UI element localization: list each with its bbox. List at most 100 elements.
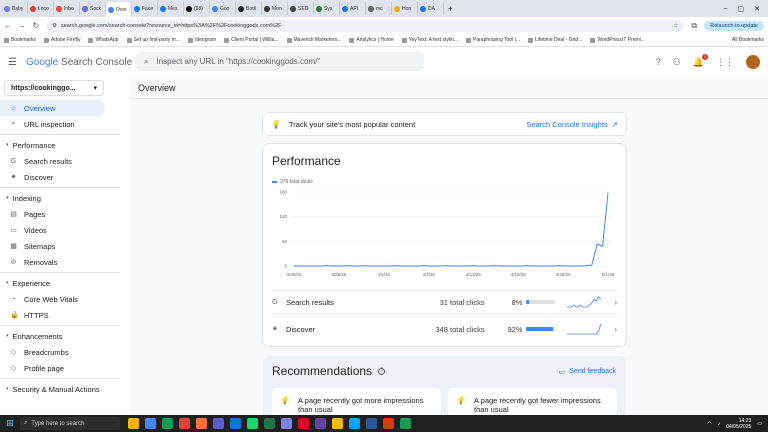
notification-center-icon[interactable]: ▭ xyxy=(757,421,762,427)
sidebar-item-breadcrumbs[interactable]: ◇ Breadcrumbs xyxy=(0,344,105,360)
performance-metric-row[interactable]: G Search results 31 total clicks 8% › xyxy=(272,292,617,312)
recommendation-card[interactable]: 💡 A page recently got fewer impressions … xyxy=(448,388,617,415)
browser-tab[interactable]: (98) xyxy=(184,2,210,15)
browser-tab[interactable]: Sys xyxy=(314,2,340,15)
recommendation-card[interactable]: 💡 A page recently got more impressions t… xyxy=(272,388,441,415)
bookmark-item[interactable]: YeyText: A text stylin... xyxy=(401,37,458,43)
extensions-icon[interactable]: ⧉ xyxy=(690,21,698,31)
volume-icon[interactable]: ♪ xyxy=(718,421,721,427)
taskbar-app-icon[interactable] xyxy=(162,418,173,429)
taskbar-app-icon[interactable] xyxy=(213,418,224,429)
browser-tab[interactable]: Face xyxy=(132,2,158,15)
sidebar-section-experience[interactable]: ▾ Experience xyxy=(0,275,130,291)
taskbar-app-icon[interactable] xyxy=(383,418,394,429)
bookmark-item[interactable]: Adobe Firefly xyxy=(44,37,80,43)
taskbar-app-icon[interactable] xyxy=(281,418,292,429)
chevron-right-icon[interactable]: › xyxy=(607,298,617,307)
chevron-right-icon[interactable]: › xyxy=(607,325,617,334)
sidebar-item-pages[interactable]: ▤ Pages xyxy=(0,206,105,222)
settings-user-icon[interactable]: ⚇ xyxy=(673,57,681,68)
close-icon[interactable]: ✕ xyxy=(754,5,760,13)
sidebar-section-performance[interactable]: ▾ Performance xyxy=(0,137,130,153)
browser-tab[interactable]: Over xyxy=(106,2,132,17)
browser-tab[interactable]: mc xyxy=(366,2,392,15)
relaunch-button[interactable]: Relaunch to update xyxy=(704,20,764,31)
browser-tab[interactable]: DA xyxy=(418,2,444,15)
menu-icon[interactable]: ☰ xyxy=(8,57,22,68)
taskbar-search[interactable]: ⌕ Type here to search xyxy=(20,417,120,430)
bookmark-item[interactable]: Bookmarks xyxy=(4,37,36,43)
avatar[interactable] xyxy=(746,55,760,69)
bookmark-item[interactable]: Analytics | Home xyxy=(349,37,394,43)
sidebar-section-indexing[interactable]: ▾ Indexing xyxy=(0,190,130,206)
taskbar-app-icon[interactable] xyxy=(179,418,190,429)
performance-metric-row[interactable]: ✷ Discover 348 total clicks 92% › xyxy=(272,319,617,339)
taskbar-app-icon[interactable] xyxy=(366,418,377,429)
insights-link[interactable]: Search Console Insights ↗ xyxy=(526,120,618,129)
browser-tab[interactable]: Mon xyxy=(262,2,288,15)
performance-chart[interactable]: 0 60 120 180 3/20/25 3/25/25 4/1/25 4/7/25 4/13/… xyxy=(272,188,617,284)
property-selector[interactable]: https://cookinggo... ▾ xyxy=(4,80,104,96)
apps-grid-icon[interactable]: ⋮⋮ xyxy=(716,57,734,68)
bookmark-item[interactable]: Maverick Marketers... xyxy=(286,37,341,43)
sidebar-item-https[interactable]: 🔒 HTTPS xyxy=(0,307,105,323)
taskbar-app-icon[interactable] xyxy=(247,418,258,429)
back-icon[interactable]: ← xyxy=(4,21,12,30)
browser-tab[interactable]: Sock xyxy=(80,2,106,15)
browser-tab[interactable]: Goo xyxy=(210,2,236,15)
taskbar-app-icon[interactable] xyxy=(349,418,360,429)
bookmark-item[interactable]: WordPressIT Premi... xyxy=(590,37,645,43)
clock[interactable]: 14:23 04/05/2025 xyxy=(726,418,751,430)
new-tab-icon[interactable]: + xyxy=(448,4,453,13)
sidebar-item-core-web-vitals[interactable]: ◔ Core Web Vitals xyxy=(0,291,105,307)
taskbar-app-icon[interactable] xyxy=(264,418,275,429)
address-bar[interactable]: ⚙ search.google.com/search-console?resou… xyxy=(46,19,685,32)
star-icon[interactable]: ☆ xyxy=(673,23,678,29)
browser-tab[interactable]: Bodi xyxy=(236,2,262,15)
taskbar-app-icon[interactable] xyxy=(196,418,207,429)
sidebar-item-url-inspection[interactable]: ⌕ URL inspection xyxy=(0,116,105,132)
taskbar-app-icon[interactable] xyxy=(332,418,343,429)
sidebar-item-search-results[interactable]: G Search results xyxy=(0,153,105,169)
sidebar-item-videos[interactable]: ▭ Videos xyxy=(0,222,105,238)
taskbar-app-icon[interactable] xyxy=(315,418,326,429)
send-feedback-link[interactable]: ▭ Send feedback xyxy=(559,368,616,376)
taskbar-app-icon[interactable] xyxy=(128,418,139,429)
minimize-icon[interactable]: – xyxy=(724,5,728,13)
sidebar-item-profile-page[interactable]: ◇ Profile page xyxy=(0,360,105,376)
taskbar-app-icon[interactable] xyxy=(230,418,241,429)
browser-tab[interactable]: API xyxy=(340,2,366,15)
bookmark-item[interactable]: Set up first-party m... xyxy=(126,37,180,43)
browser-tab[interactable]: SEO xyxy=(288,2,314,15)
windows-start-icon[interactable]: ⊞ xyxy=(0,418,20,429)
taskbar-app-icon[interactable] xyxy=(298,418,309,429)
sidebar-item-overview[interactable]: ⌂ Overview xyxy=(0,100,105,116)
browser-tab[interactable]: Loco xyxy=(28,2,54,15)
wifi-icon[interactable]: ◠ xyxy=(707,421,711,427)
bookmark-item[interactable]: WhatsApp xyxy=(88,37,119,43)
url-inspect-search[interactable]: ⌕ Inspect any URL in "https://cookinggod… xyxy=(136,52,424,71)
sidebar-section-enhancements[interactable]: ▾ Enhancements xyxy=(0,328,130,344)
forward-icon[interactable]: → xyxy=(18,21,26,30)
sidebar-item-discover[interactable]: ✷ Discover xyxy=(0,169,105,185)
info-icon[interactable]: ? xyxy=(378,367,386,375)
app-logo[interactable]: Google Search Console xyxy=(26,57,132,68)
maximize-icon[interactable]: ▢ xyxy=(738,5,745,13)
all-bookmarks-button[interactable]: All Bookmarks xyxy=(732,37,764,43)
notifications-icon[interactable]: 🔔 1 xyxy=(693,53,708,68)
sidebar-item-sitemaps[interactable]: ▦ Sitemaps xyxy=(0,238,105,254)
browser-tab[interactable]: Inbo xyxy=(54,2,80,15)
browser-tab[interactable]: Mes xyxy=(158,2,184,15)
bookmark-item[interactable]: Client Portal | Willia... xyxy=(224,37,279,43)
browser-tab[interactable]: Hon xyxy=(392,2,418,15)
sidebar-section-security[interactable]: ▾ Security & Manual Actions xyxy=(0,381,130,397)
bookmark-item[interactable]: Paraphrasing Tool |... xyxy=(466,37,520,43)
help-icon[interactable]: ? xyxy=(656,57,661,67)
taskbar-app-icon[interactable] xyxy=(145,418,156,429)
bookmark-item[interactable]: Ideogram xyxy=(187,37,216,43)
site-info-icon[interactable]: ⚙ xyxy=(52,23,57,29)
sidebar-item-removals[interactable]: ⊘ Removals xyxy=(0,254,105,270)
taskbar-app-icon[interactable] xyxy=(400,418,411,429)
browser-tab[interactable]: Baby xyxy=(2,2,28,15)
bookmark-item[interactable]: Lifetime Deal - Grid... xyxy=(528,37,582,43)
